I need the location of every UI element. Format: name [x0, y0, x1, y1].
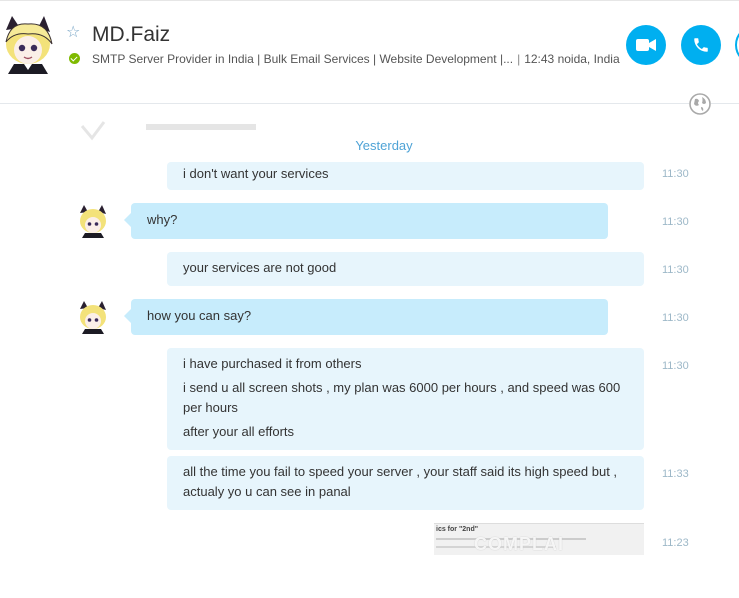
- message-text: i have purchased it from others: [183, 356, 362, 371]
- message-time: 11:23: [662, 537, 689, 549]
- message-time: 11:30: [662, 360, 689, 372]
- message-time: 11:30: [662, 216, 689, 228]
- message-bubble[interactable]: all the time you fail to speed your serv…: [167, 456, 644, 510]
- favorite-star-icon[interactable]: ☆: [66, 25, 80, 41]
- contact-mood-message: SMTP Server Provider in India | Bulk Ema…: [92, 52, 620, 66]
- message-bubble[interactable]: i don't want your services: [167, 162, 644, 190]
- add-participant-button[interactable]: [735, 25, 739, 65]
- message-time: 11:30: [662, 264, 689, 276]
- message-text: i send u all screen shots , my plan was …: [183, 380, 621, 415]
- message-bubble[interactable]: how you can say?: [124, 299, 608, 335]
- globe-icon[interactable]: [689, 93, 711, 115]
- message-time: 11:30: [662, 168, 689, 180]
- message-text: all the time you fail to speed your serv…: [183, 464, 618, 499]
- video-call-button[interactable]: [626, 25, 666, 65]
- message-text: i don't want your services: [183, 166, 329, 181]
- message-bubble[interactable]: your services are not good: [167, 252, 644, 286]
- sender-avatar[interactable]: [77, 300, 109, 334]
- video-camera-icon: [636, 39, 656, 51]
- message-text: your services are not good: [183, 260, 337, 275]
- online-status-icon: [69, 53, 80, 64]
- message-bubble[interactable]: i have purchased it from others i send u…: [167, 348, 644, 450]
- message-time: 11:30: [662, 312, 689, 324]
- contact-local-time: 12:43 noida, India: [524, 52, 620, 66]
- message-time: 11:33: [662, 468, 689, 480]
- message-text: how you can say?: [147, 308, 252, 323]
- phone-icon: [694, 38, 708, 52]
- contact-name: MD.Faiz: [92, 23, 171, 46]
- audio-call-button[interactable]: [681, 25, 721, 65]
- sender-avatar[interactable]: [77, 204, 109, 238]
- date-separator: Yesterday: [355, 138, 413, 153]
- watermark-text: COMPLAI: [474, 534, 564, 554]
- thumbnail-caption: ics for "2nd": [436, 526, 479, 533]
- message-text: why?: [147, 212, 178, 227]
- message-bubble[interactable]: why?: [124, 203, 608, 239]
- conversation-header: ☆ MD.Faiz SMTP Server Provider in India …: [0, 0, 739, 104]
- mood-text: SMTP Server Provider in India | Bulk Ema…: [92, 52, 514, 66]
- contact-avatar[interactable]: [0, 14, 56, 74]
- message-text: after your all efforts: [183, 424, 295, 439]
